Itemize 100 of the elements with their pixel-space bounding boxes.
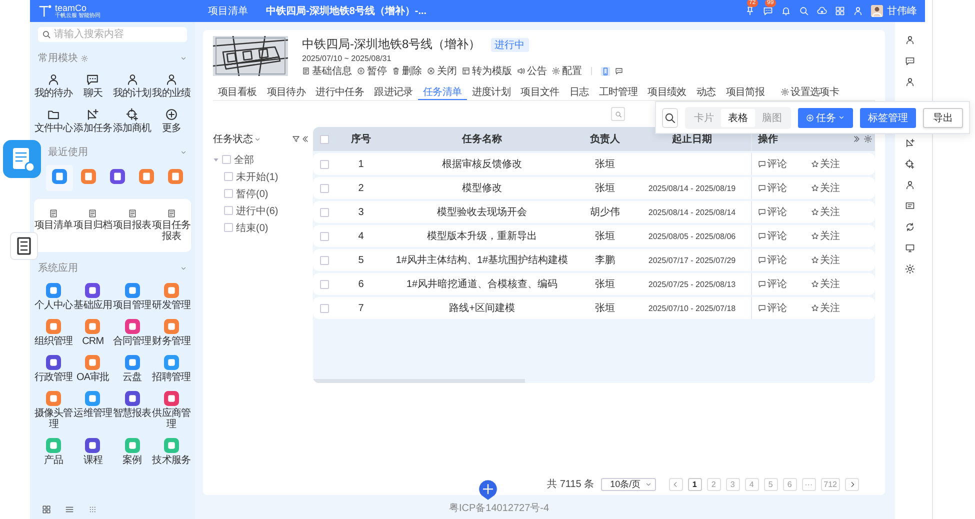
tree-item[interactable]: 全部 bbox=[234, 152, 254, 166]
tab[interactable]: 动态 bbox=[691, 84, 721, 100]
module-label[interactable]: 更多 bbox=[162, 123, 181, 134]
view-tab[interactable]: 表格 bbox=[721, 108, 755, 126]
chevron-icon[interactable] bbox=[180, 148, 187, 156]
app-label[interactable]: 供应商管理 bbox=[152, 408, 191, 430]
breadcrumb-link[interactable]: 项目清单 bbox=[208, 4, 248, 18]
sync-icon[interactable] bbox=[905, 222, 915, 232]
user-name[interactable]: 甘伟峰 bbox=[887, 4, 917, 18]
table-row[interactable]: 4 模型版本升级，重新导出 张垣 2025/08/05 - 2025/08/06 评论 关注 bbox=[313, 225, 875, 247]
row-action-link[interactable]: 关注 bbox=[811, 229, 840, 243]
folder-icon[interactable] bbox=[47, 108, 60, 121]
tree-item[interactable]: 暂停(0) bbox=[236, 186, 268, 200]
chevron-icon[interactable] bbox=[254, 136, 261, 142]
row-action-link[interactable]: 评论 bbox=[758, 181, 787, 195]
monitor-icon[interactable] bbox=[905, 243, 915, 253]
flag-icon[interactable] bbox=[905, 138, 915, 148]
tab[interactable]: 项目简报 bbox=[720, 84, 770, 100]
add-button[interactable] bbox=[479, 480, 497, 500]
app-icon[interactable] bbox=[46, 319, 62, 334]
row-action-link[interactable]: 评论 bbox=[758, 277, 787, 291]
app-label[interactable]: OA审批 bbox=[76, 372, 110, 383]
checkbox[interactable] bbox=[320, 304, 328, 312]
row-action-link[interactable]: 关注 bbox=[811, 253, 840, 267]
app-label[interactable]: 云盘 bbox=[122, 372, 142, 383]
action-link[interactable]: 删除 bbox=[392, 64, 422, 78]
module-label[interactable]: 聊天 bbox=[83, 88, 102, 99]
checkbox[interactable] bbox=[222, 155, 231, 164]
module-label[interactable]: 我的计划 bbox=[112, 88, 152, 99]
table-row[interactable]: 1 根据审核反馈修改 张垣 评论 关注 bbox=[313, 153, 875, 175]
module-label[interactable]: 文件中心 bbox=[34, 123, 73, 134]
action-link[interactable]: 配置 bbox=[552, 64, 582, 78]
expand-icon[interactable] bbox=[853, 135, 861, 143]
module-label[interactable]: 我的业绩 bbox=[152, 88, 191, 99]
tab[interactable]: 进度计划 bbox=[466, 84, 516, 100]
app-label[interactable]: 摄像头管理 bbox=[34, 408, 74, 430]
app-icon[interactable] bbox=[3, 140, 41, 178]
tab[interactable]: 进行中任务 bbox=[310, 84, 370, 100]
person-icon[interactable] bbox=[905, 35, 915, 45]
app-label[interactable]: 技术服务 bbox=[152, 455, 191, 466]
module-label[interactable]: 项目任务报表 bbox=[152, 220, 191, 242]
app-icon[interactable] bbox=[164, 391, 179, 406]
checkbox[interactable] bbox=[224, 189, 233, 198]
dots-icon[interactable] bbox=[88, 505, 97, 514]
row-action-link[interactable]: 评论 bbox=[758, 253, 787, 267]
app-icon[interactable] bbox=[164, 355, 179, 370]
app-label[interactable]: 研发管理 bbox=[152, 300, 191, 311]
row-action-link[interactable]: 评论 bbox=[758, 229, 787, 243]
caret-icon[interactable] bbox=[213, 156, 219, 162]
checkbox[interactable] bbox=[224, 206, 233, 215]
person-icon[interactable] bbox=[47, 73, 60, 86]
app-label[interactable]: 产品 bbox=[44, 455, 64, 466]
grid-icon[interactable] bbox=[42, 505, 51, 514]
app-label[interactable]: CRM bbox=[82, 336, 104, 347]
table-row[interactable]: 3 模型验收去现场开会 胡少伟 2025/08/14 - 2025/08/14 评论 关注 bbox=[313, 201, 875, 223]
app-label[interactable]: 运维管理 bbox=[74, 408, 112, 419]
module-label[interactable]: 我的待办 bbox=[34, 88, 73, 99]
app-icon[interactable] bbox=[46, 391, 62, 406]
page-size-select[interactable]: 10条/页 bbox=[601, 478, 656, 490]
search-icon[interactable] bbox=[799, 6, 809, 16]
tree-item[interactable]: 未开始(1) bbox=[236, 170, 278, 184]
tab[interactable]: 项目待办 bbox=[262, 84, 311, 100]
app-icon[interactable] bbox=[124, 355, 140, 370]
app-label[interactable]: 个人中心 bbox=[34, 300, 73, 311]
next-page-button[interactable] bbox=[845, 478, 859, 490]
module-label[interactable]: 项目清单 bbox=[34, 220, 73, 231]
module-label[interactable]: 添加商机 bbox=[112, 123, 152, 134]
app-label[interactable]: 行政管理 bbox=[34, 372, 73, 383]
settings-icon[interactable] bbox=[864, 135, 872, 143]
filter-title[interactable]: 任务状态 bbox=[213, 132, 253, 146]
module-label[interactable]: 项目报表 bbox=[112, 220, 152, 231]
tab[interactable]: 跟进记录 bbox=[369, 84, 418, 100]
tree-item[interactable]: 进行中(6) bbox=[236, 204, 278, 218]
target-icon[interactable] bbox=[126, 108, 139, 121]
chevron-icon[interactable] bbox=[180, 264, 187, 272]
person-icon[interactable] bbox=[164, 73, 178, 86]
flag-icon[interactable] bbox=[86, 108, 100, 121]
pin-icon[interactable] bbox=[745, 6, 755, 16]
app-icon[interactable] bbox=[85, 355, 100, 370]
table-row[interactable]: 5 1#风井主体结构、1#基坑围护结构建模 李鹏 2025/07/17 - 2025/07/29 评论 关注 bbox=[313, 249, 875, 271]
table-row[interactable]: 6 1#风井暗挖通道、合模核查、编码 张垣 2025/07/25 - 2025/08/13 评论 关注 bbox=[313, 273, 875, 295]
screen-icon[interactable] bbox=[905, 201, 915, 211]
document-icon[interactable] bbox=[88, 209, 98, 218]
action-link[interactable]: 公告 bbox=[517, 64, 547, 78]
collapse-icon[interactable] bbox=[301, 135, 309, 143]
checkbox[interactable] bbox=[320, 160, 328, 168]
app-label[interactable]: 组织管理 bbox=[34, 336, 73, 347]
app-label[interactable]: 案例 bbox=[122, 455, 142, 466]
tab[interactable]: 日志 bbox=[564, 84, 594, 100]
action-link[interactable]: 转为模版 bbox=[462, 64, 512, 78]
checkbox[interactable] bbox=[320, 256, 328, 264]
chat-icon[interactable] bbox=[615, 67, 623, 75]
table-row[interactable]: 7 路线+区间建模 张垣 2025/07/10 - 2025/07/18 评论 关注 bbox=[313, 297, 875, 319]
tab[interactable]: 项目文件 bbox=[516, 84, 564, 100]
document-icon[interactable] bbox=[128, 209, 137, 218]
cloud-icon[interactable] bbox=[817, 6, 827, 16]
tag-management-button[interactable]: 标签管理 bbox=[860, 108, 916, 128]
checkbox[interactable] bbox=[320, 208, 328, 216]
chat-icon[interactable] bbox=[905, 56, 915, 66]
target-icon[interactable] bbox=[905, 159, 915, 169]
